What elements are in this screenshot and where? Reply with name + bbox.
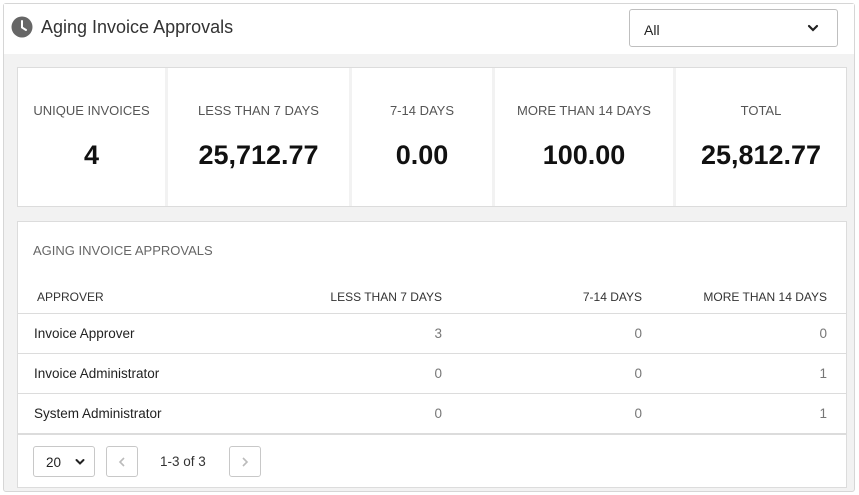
more-than-14-days-cell: 0: [642, 313, 846, 354]
clock-icon: [11, 16, 33, 38]
more-than-14-days-cell: 1: [642, 353, 846, 394]
table-row[interactable]: Invoice Administrator 0 0 1: [18, 353, 846, 394]
stat-value: 25,812.77: [700, 140, 822, 170]
aging-invoice-widget: Aging Invoice Approvals All UNIQUE INVOI…: [3, 3, 855, 492]
stat-more-than-14-days: MORE THAN 14 DAYS 100.00: [495, 68, 673, 206]
column-header-more-than-14-days[interactable]: MORE THAN 14 DAYS: [642, 282, 846, 314]
chevron-down-icon: [75, 459, 85, 465]
stat-total: TOTAL 25,812.77: [676, 68, 846, 206]
table-row[interactable]: System Administrator 0 0 1: [18, 393, 846, 434]
stat-value: 100.00: [542, 140, 626, 170]
table-title: AGING INVOICE APPROVALS: [33, 243, 213, 258]
stat-label: TOTAL: [740, 103, 782, 118]
stat-7-14-days: 7-14 DAYS 0.00: [352, 68, 492, 206]
approver-cell: System Administrator: [18, 393, 268, 434]
stat-less-than-7-days: LESS THAN 7 DAYS 25,712.77: [168, 68, 349, 206]
stat-label: MORE THAN 14 DAYS: [517, 103, 651, 118]
page-size-value: 20: [46, 455, 62, 470]
approvals-table: APPROVER LESS THAN 7 DAYS 7-14 DAYS MORE…: [18, 282, 846, 434]
page-size-select[interactable]: 20: [33, 446, 95, 477]
stat-label: LESS THAN 7 DAYS: [198, 103, 319, 118]
next-page-button[interactable]: [229, 446, 261, 477]
stat-label: UNIQUE INVOICES: [33, 103, 150, 118]
more-than-14-days-cell: 1: [642, 393, 846, 434]
less-than-7-days-cell: 0: [268, 393, 442, 434]
approver-cell: Invoice Approver: [18, 313, 268, 354]
column-header-approver[interactable]: APPROVER: [18, 282, 268, 314]
previous-page-button[interactable]: [106, 446, 138, 477]
less-than-7-days-cell: 3: [268, 313, 442, 354]
filter-select-value: All: [644, 22, 660, 38]
7-14-days-cell: 0: [442, 393, 642, 434]
pagination-bar: 20 1-3 of 3: [18, 434, 846, 487]
less-than-7-days-cell: 0: [268, 353, 442, 394]
summary-stats: UNIQUE INVOICES 4 LESS THAN 7 DAYS 25,71…: [17, 67, 847, 207]
stat-value: 25,712.77: [198, 140, 319, 170]
approvals-table-panel: AGING INVOICE APPROVALS APPROVER LESS TH…: [17, 221, 847, 488]
chevron-right-icon: [242, 457, 249, 467]
column-header-7-14-days[interactable]: 7-14 DAYS: [442, 282, 642, 314]
table-header-row: APPROVER LESS THAN 7 DAYS 7-14 DAYS MORE…: [18, 282, 846, 314]
filter-select[interactable]: All: [629, 9, 838, 47]
stat-unique-invoices: UNIQUE INVOICES 4: [18, 68, 165, 206]
stat-value: 0.00: [395, 140, 449, 170]
7-14-days-cell: 0: [442, 353, 642, 394]
table-row[interactable]: Invoice Approver 3 0 0: [18, 313, 846, 354]
approver-cell: Invoice Administrator: [18, 353, 268, 394]
widget-header: Aging Invoice Approvals All: [4, 4, 854, 54]
stat-label: 7-14 DAYS: [389, 103, 455, 118]
column-header-less-than-7-days[interactable]: LESS THAN 7 DAYS: [268, 282, 442, 314]
7-14-days-cell: 0: [442, 313, 642, 354]
chevron-left-icon: [118, 457, 125, 467]
stat-value: 4: [83, 140, 100, 170]
chevron-down-icon: [807, 24, 819, 32]
widget-title: Aging Invoice Approvals: [41, 17, 234, 37]
page-range-text: 1-3 of 3: [160, 454, 206, 469]
